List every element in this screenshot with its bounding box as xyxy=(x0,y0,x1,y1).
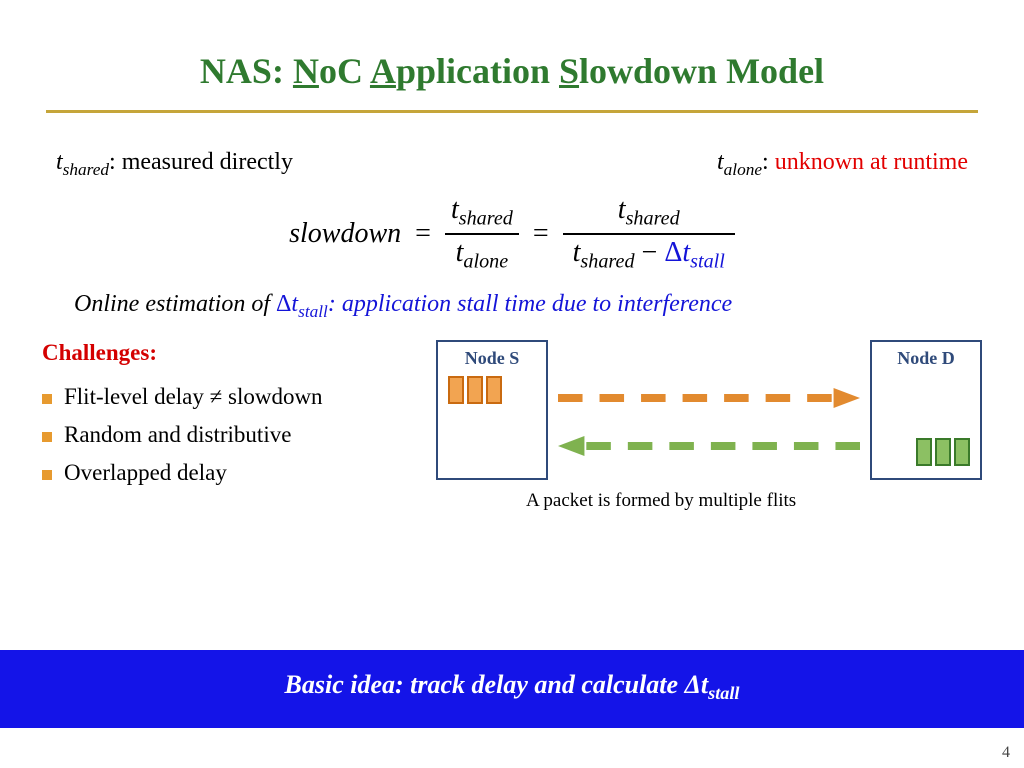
arrow-zone xyxy=(558,384,860,464)
flit-icon xyxy=(916,438,932,466)
flits-dest xyxy=(906,438,970,466)
list-item: Random and distributive xyxy=(42,416,422,454)
flit-icon xyxy=(935,438,951,466)
definitions-row: tshared: measured directly talone: unkno… xyxy=(0,149,1024,188)
square-bullet-icon xyxy=(42,470,52,480)
diagram-caption: A packet is formed by multiple flits xyxy=(526,490,982,512)
list-item: Flit-level delay ≠ slowdown xyxy=(42,378,422,416)
flits-source xyxy=(438,376,502,404)
estimation-line: Online estimation of Δtstall: applicatio… xyxy=(0,283,1024,340)
flit-icon xyxy=(954,438,970,466)
node-d-label: Node D xyxy=(872,342,980,369)
title-divider xyxy=(46,110,978,113)
fraction-1: tshared talone xyxy=(445,194,519,274)
packet-diagram: Node S Node D A xyxy=(436,340,982,530)
flit-icon xyxy=(467,376,483,404)
slide-title: NAS: NoC Application Slowdown Model xyxy=(0,0,1024,110)
flit-icon xyxy=(448,376,464,404)
lower-section: Challenges: Flit-level delay ≠ slowdown … xyxy=(0,340,1024,530)
page-number: 4 xyxy=(1002,744,1010,762)
node-s-label: Node S xyxy=(438,342,546,369)
flit-icon xyxy=(486,376,502,404)
challenges-block: Challenges: Flit-level delay ≠ slowdown … xyxy=(42,340,422,492)
slowdown-equation: slowdown = tshared talone = tshared tsha… xyxy=(0,188,1024,284)
challenges-heading: Challenges: xyxy=(42,340,422,378)
fraction-2: tshared tshared − Δtstall xyxy=(563,194,735,274)
square-bullet-icon xyxy=(42,394,52,404)
node-d-box: Node D xyxy=(870,340,982,480)
t-alone-def: talone: unknown at runtime xyxy=(717,149,968,180)
basic-idea-banner: Basic idea: track delay and calculate Δt… xyxy=(0,650,1024,728)
list-item: Overlapped delay xyxy=(42,454,422,492)
node-s-box: Node S xyxy=(436,340,548,480)
t-shared-def: tshared: measured directly xyxy=(56,149,293,180)
square-bullet-icon xyxy=(42,432,52,442)
